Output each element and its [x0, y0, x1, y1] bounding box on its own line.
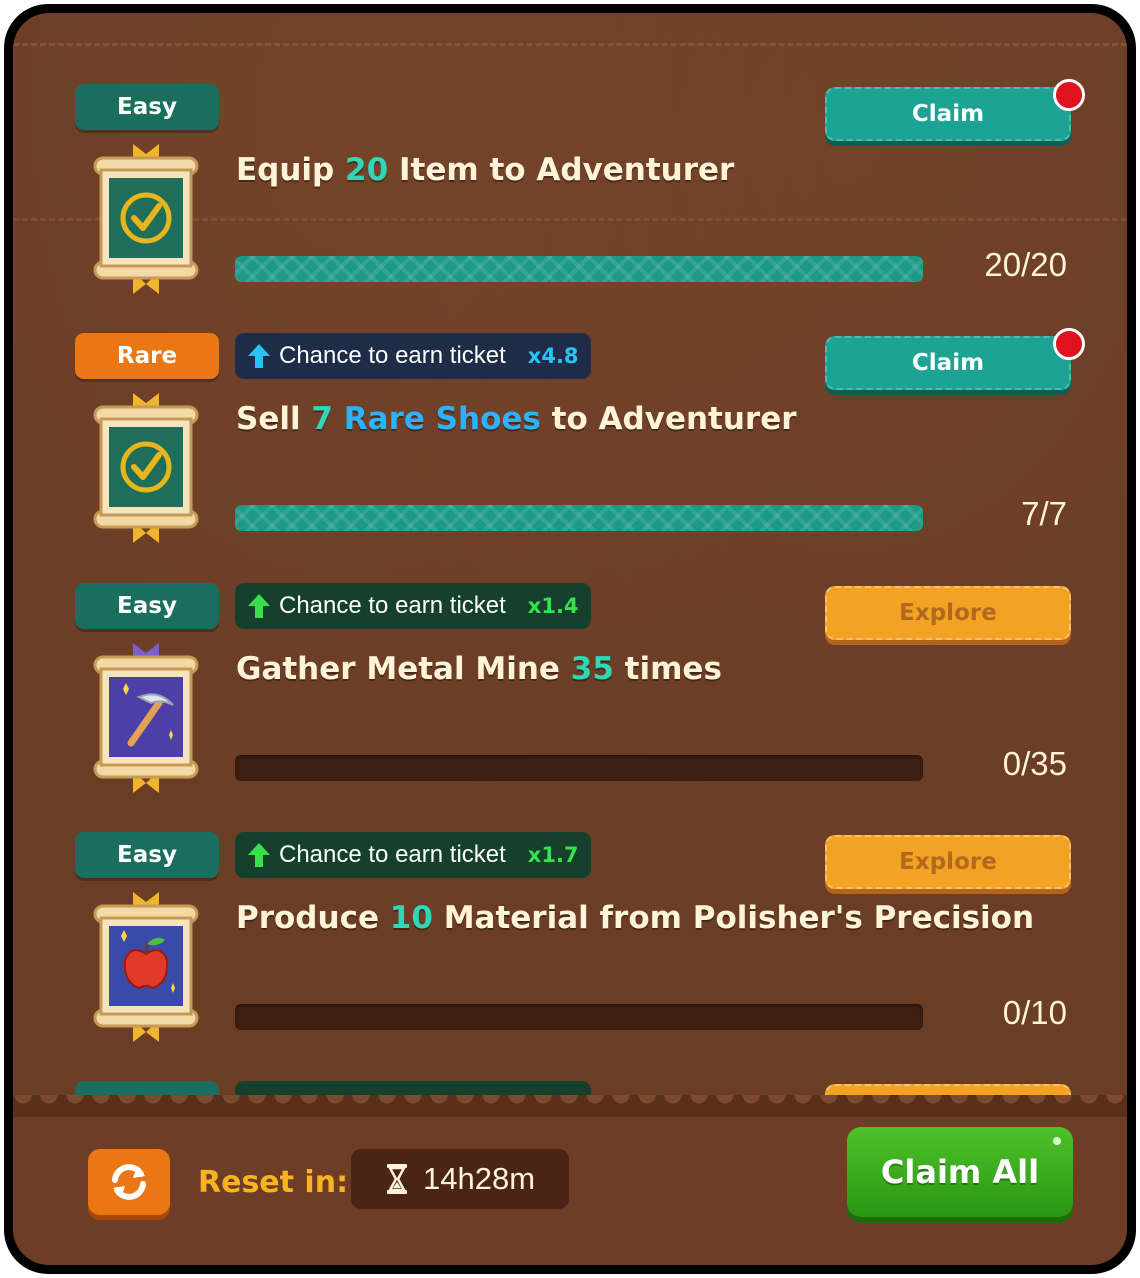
quest-panel-frame: Easy Claim Equip 20 Item to Adventurer 2…: [4, 4, 1136, 1274]
title-item-name: Rare Shoes: [343, 401, 541, 437]
refresh-button[interactable]: [88, 1149, 170, 1215]
footer-edge-decoration: [13, 1095, 1127, 1117]
progress-count: 7/7: [1021, 495, 1067, 532]
reset-label: Reset in:: [198, 1165, 349, 1200]
title-text: Produce: [236, 900, 390, 936]
refresh-icon: [112, 1164, 146, 1200]
ticket-chance-label: Chance to earn ticket: [279, 841, 506, 868]
ticket-multiplier: x1.4: [527, 594, 579, 618]
hourglass-icon: [386, 1164, 407, 1194]
quest-list[interactable]: Easy Claim Equip 20 Item to Adventurer 2…: [13, 13, 1127, 1108]
claim-all-label: Claim All: [880, 1153, 1040, 1191]
quest-item: Easy Chance to earn ticket x1.4 Explore: [13, 583, 1127, 833]
quest-title: Produce 10 Material from Polisher's Prec…: [236, 900, 1034, 936]
checkmark-icon: [93, 393, 199, 543]
quest-item: Easy Claim Equip 20 Item to Adventurer 2…: [13, 79, 1127, 334]
claim-button-label: Claim: [911, 101, 985, 127]
quest-title: Gather Metal Mine 35 times: [236, 651, 722, 687]
progress-bar: [235, 256, 923, 282]
difficulty-badge: Easy: [75, 832, 219, 878]
explore-button[interactable]: Explore: [825, 835, 1071, 889]
claim-button[interactable]: Claim: [825, 328, 1085, 390]
apple-icon: [93, 892, 199, 1042]
explore-button-label: Explore: [899, 600, 997, 626]
title-number: 7: [311, 401, 333, 437]
difficulty-badge: Easy: [75, 583, 219, 629]
ticket-chance-badge: Chance to earn ticket x1.7: [235, 832, 591, 878]
title-text: to Adventurer: [540, 401, 797, 437]
progress-bar: [235, 1004, 923, 1030]
title-text: times: [613, 651, 722, 687]
title-number: 35: [570, 651, 614, 687]
title-number: 10: [389, 900, 433, 936]
difficulty-badge: Rare: [75, 333, 219, 379]
claim-all-button[interactable]: Claim All: [847, 1127, 1073, 1217]
title-text: Sell: [236, 401, 312, 437]
title-text: Equip: [236, 152, 346, 188]
up-arrow-icon: [248, 594, 270, 618]
difficulty-badge: Easy: [75, 84, 219, 130]
up-arrow-icon: [248, 344, 270, 368]
progress-count: 20/20: [984, 246, 1067, 283]
quest-title: Sell 7 Rare Shoes to Adventurer: [236, 401, 797, 437]
progress-fill: [235, 256, 923, 282]
progress-fill: [235, 505, 923, 531]
checkmark-icon: [93, 144, 199, 294]
notification-dot: [1053, 79, 1085, 111]
claim-button[interactable]: Claim: [825, 79, 1085, 141]
ticket-chance-label: Chance to earn ticket: [279, 592, 506, 619]
footer-bar: Reset in: 14h28m Claim All: [13, 1095, 1127, 1265]
ticket-chance-badge: Chance to earn ticket x4.8: [235, 333, 591, 379]
progress-bar: [235, 505, 923, 531]
title-text: Material from Polisher's Precision: [432, 900, 1035, 936]
progress-bar: [235, 755, 923, 781]
quest-item: Rare Chance to earn ticket x4.8 Claim Se…: [13, 328, 1127, 583]
ticket-multiplier: x1.7: [527, 843, 579, 867]
progress-count: 0/10: [1002, 994, 1067, 1031]
claim-button-label: Claim: [911, 350, 985, 376]
timer-value: 14h28m: [422, 1161, 536, 1196]
quest-title: Equip 20 Item to Adventurer: [236, 152, 734, 188]
title-text: [333, 401, 344, 437]
quest-panel: Easy Claim Equip 20 Item to Adventurer 2…: [13, 13, 1127, 1265]
button-rivet: [1053, 1137, 1061, 1145]
notification-dot: [1053, 328, 1085, 360]
up-arrow-icon: [248, 843, 270, 867]
progress-count: 0/35: [1002, 745, 1067, 782]
ticket-chance-badge: Chance to earn ticket x1.4: [235, 583, 591, 629]
title-number: 20: [345, 152, 389, 188]
explore-button-label: Explore: [899, 849, 997, 875]
reset-timer: 14h28m: [351, 1149, 569, 1209]
explore-button[interactable]: Explore: [825, 586, 1071, 640]
title-text: Item to Adventurer: [388, 152, 735, 188]
pickaxe-icon: [93, 643, 199, 793]
quest-item: Easy Chance to earn ticket x1.7 Explore: [13, 832, 1127, 1082]
title-text: Gather Metal Mine: [236, 651, 571, 687]
ticket-multiplier: x4.8: [527, 344, 579, 368]
ticket-chance-label: Chance to earn ticket: [279, 342, 506, 369]
